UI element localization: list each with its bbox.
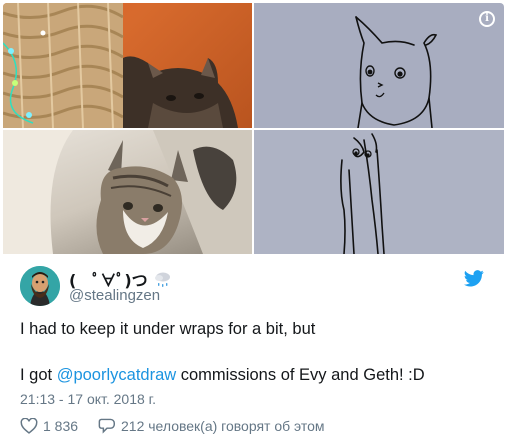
drawing-cat-head[interactable]: i [254,3,504,128]
tweet-timestamp[interactable]: 21:13 - 17 окт. 2018 г. [20,391,156,407]
twitter-bird-icon[interactable] [464,270,484,287]
tweet-text-suffix: commissions of Evy and Geth! :D [176,366,425,384]
tweet-text-line1: I had to keep it under wraps for a bit, … [20,320,316,338]
media-grid[interactable]: i [3,3,504,254]
tweet-author[interactable]: ( ﾟ∀ﾟ)つ @stealingzen [20,266,420,306]
reply-count-text: 212 человек(а) говорят об этом [121,418,325,434]
info-icon[interactable]: i [479,11,495,27]
photo-cat-wicker[interactable] [3,3,252,128]
author-handle[interactable]: @stealingzen [69,287,160,304]
tweet-text-line2: I got @poorlycatdraw commissions of Evy … [20,366,425,385]
drawing-cat-body[interactable] [254,130,504,254]
heart-icon [20,418,38,434]
tweet-actions: 1 836 212 человек(а) говорят об этом [20,418,490,438]
avatar[interactable] [20,266,60,306]
like-count: 1 836 [43,418,79,434]
tweet-card: i (ﾟ∀ﾟ)つ @stealingzen I had to keep it … [0,0,509,445]
reply-button[interactable]: 212 человек(а) говорят об этом [98,418,325,434]
like-button[interactable]: 1 836 [20,418,78,434]
tweet-text-prefix: I got [20,366,57,384]
photo-cat-cushion[interactable] [3,130,252,254]
reply-bubble-icon [98,418,115,434]
mention-link[interactable]: @poorlycatdraw [57,366,176,384]
